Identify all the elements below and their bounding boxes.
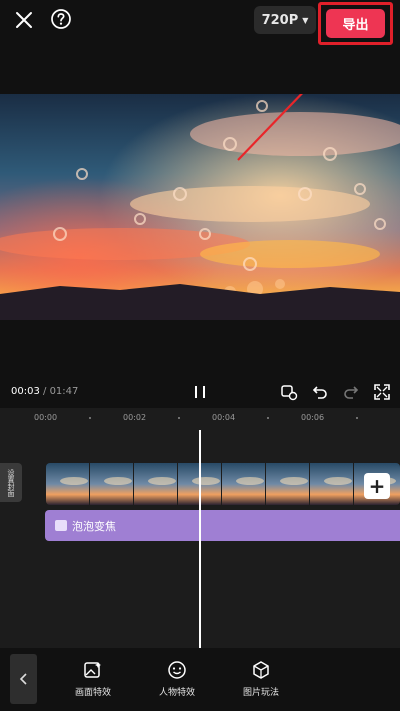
tool-image-effect[interactable]: 画面特效	[63, 660, 123, 705]
sunset-bokeh-frame	[0, 94, 400, 320]
caret-down-icon: ▼	[302, 15, 309, 25]
playhead[interactable]	[199, 430, 201, 648]
ruler-dot	[267, 417, 269, 419]
image-effect-icon	[84, 662, 101, 678]
total-time: 01:47	[49, 386, 79, 397]
ruler-label: 00:06	[301, 413, 325, 422]
resolution-dropdown[interactable]: 720P ▼	[254, 6, 316, 34]
effect-track[interactable]: 泡泡变焦	[45, 510, 400, 541]
tool-label: 图片玩法	[242, 688, 279, 698]
effect-track-icon	[55, 520, 67, 531]
back-button[interactable]	[10, 654, 37, 704]
pause-icon[interactable]	[192, 384, 208, 400]
tool-label: 画面特效	[74, 688, 111, 698]
cube-icon	[253, 661, 269, 679]
playback-control-bar: 00:03 / 01:47	[0, 378, 400, 408]
help-icon[interactable]	[50, 8, 72, 30]
ruler-label: 00:04	[212, 413, 236, 422]
resolution-label: 720P	[261, 12, 299, 28]
effect-track-label: 泡泡变焦	[72, 520, 116, 533]
export-highlight-box: 导出	[318, 2, 393, 45]
ruler-label: 00:00	[34, 413, 58, 422]
redo-icon[interactable]	[342, 383, 360, 401]
set-cover-button[interactable]: 设置封面	[0, 463, 22, 502]
ruler-label: 00:02	[123, 413, 147, 422]
clip-thumbnails	[46, 463, 400, 505]
time-separator: /	[39, 386, 50, 397]
time-display: 00:03 / 01:47	[11, 386, 78, 397]
video-clip-track[interactable]	[46, 463, 400, 505]
close-icon[interactable]	[13, 9, 35, 31]
fullscreen-icon[interactable]	[373, 383, 391, 401]
time-ruler: 00:00 00:02 00:04 00:06	[0, 408, 400, 430]
tool-image-play[interactable]: 图片玩法	[231, 660, 291, 705]
add-clip-button[interactable]: +	[364, 473, 390, 499]
top-bar: 720P ▼ 导出	[0, 0, 400, 94]
face-effect-icon	[168, 661, 186, 679]
undo-icon[interactable]	[311, 383, 329, 401]
tool-label: 人物特效	[158, 688, 195, 698]
export-button[interactable]: 导出	[326, 9, 385, 38]
preview-spacer	[0, 320, 400, 378]
bottom-toolbar: 画面特效 人物特效 图片玩法	[0, 648, 400, 711]
ruler-dot	[178, 417, 180, 419]
video-preview[interactable]	[0, 94, 400, 320]
timeline-panel[interactable]: 00:00 00:02 00:04 00:06 设置封面 + 泡泡变焦	[0, 408, 400, 648]
ruler-dot	[356, 417, 358, 419]
keyframe-icon[interactable]	[280, 383, 298, 401]
tool-face-effect[interactable]: 人物特效	[147, 660, 207, 705]
current-time: 00:03	[11, 386, 40, 397]
ruler-dot	[89, 417, 91, 419]
chevron-left-icon	[19, 673, 27, 685]
